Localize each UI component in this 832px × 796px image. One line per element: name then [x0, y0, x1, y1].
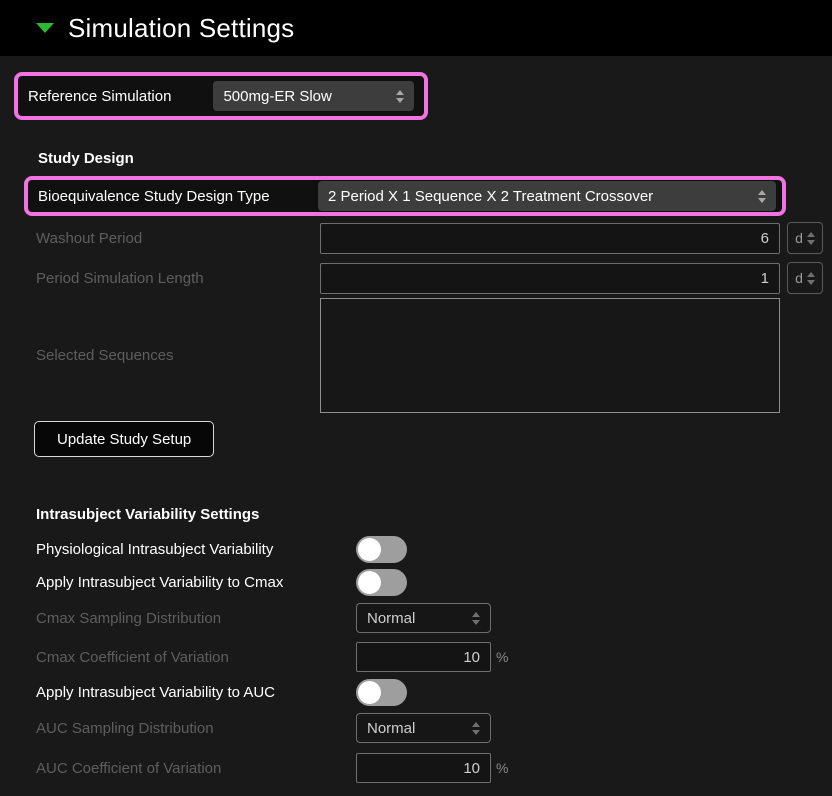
- period-length-unit-value: d: [795, 270, 803, 286]
- design-type-label: Bioequivalence Study Design Type: [34, 188, 318, 205]
- intrasubject-heading: Intrasubject Variability Settings: [36, 506, 832, 523]
- page-title: Simulation Settings: [68, 13, 294, 44]
- physiological-variability-label: Physiological Intrasubject Variability: [36, 541, 356, 558]
- washout-period-row: Washout Period d: [36, 222, 832, 254]
- auc-distribution-label: AUC Sampling Distribution: [36, 720, 356, 737]
- period-length-input[interactable]: [320, 263, 780, 294]
- auc-cv-row: AUC Coefficient of Variation %: [36, 753, 832, 783]
- stepper-arrows-icon: [807, 272, 815, 285]
- cmax-distribution-select[interactable]: Normal: [356, 603, 491, 633]
- stepper-arrows-icon: [758, 190, 766, 203]
- washout-unit-select[interactable]: d: [787, 222, 823, 254]
- cmax-distribution-value: Normal: [367, 610, 464, 627]
- stepper-arrows-icon: [807, 232, 815, 245]
- stepper-arrows-icon: [472, 612, 480, 625]
- auc-cv-label: AUC Coefficient of Variation: [36, 760, 356, 777]
- auc-cv-unit: %: [496, 760, 508, 776]
- toggle-knob: [358, 538, 381, 561]
- washout-period-input[interactable]: [320, 223, 780, 254]
- design-type-value: 2 Period X 1 Sequence X 2 Treatment Cros…: [328, 188, 750, 205]
- update-study-setup-button[interactable]: Update Study Setup: [34, 421, 214, 457]
- cmax-distribution-row: Cmax Sampling Distribution Normal: [36, 603, 832, 633]
- selected-sequences-label: Selected Sequences: [36, 347, 320, 364]
- period-length-unit-select[interactable]: d: [787, 262, 823, 294]
- washout-period-label: Washout Period: [36, 230, 320, 247]
- cmax-distribution-label: Cmax Sampling Distribution: [36, 610, 356, 627]
- cmax-cv-label: Cmax Coefficient of Variation: [36, 649, 356, 666]
- apply-cmax-label: Apply Intrasubject Variability to Cmax: [36, 574, 356, 591]
- cmax-cv-unit: %: [496, 649, 508, 665]
- apply-cmax-row: Apply Intrasubject Variability to Cmax: [36, 569, 832, 596]
- auc-distribution-value: Normal: [367, 720, 464, 737]
- reference-simulation-select[interactable]: 500mg-ER Slow: [213, 81, 414, 111]
- toggle-knob: [358, 571, 381, 594]
- auc-distribution-row: AUC Sampling Distribution Normal: [36, 713, 832, 743]
- stepper-arrows-icon: [396, 90, 404, 103]
- reference-simulation-label: Reference Simulation: [28, 88, 213, 105]
- apply-auc-row: Apply Intrasubject Variability to AUC: [36, 679, 832, 706]
- toggle-knob: [358, 681, 381, 704]
- collapse-triangle-icon[interactable]: [36, 23, 54, 33]
- reference-simulation-value: 500mg-ER Slow: [223, 88, 388, 105]
- auc-cv-input[interactable]: [356, 753, 491, 783]
- cmax-cv-row: Cmax Coefficient of Variation %: [36, 642, 832, 672]
- design-type-row: Bioequivalence Study Design Type 2 Perio…: [24, 176, 786, 216]
- auc-distribution-select[interactable]: Normal: [356, 713, 491, 743]
- physiological-variability-toggle[interactable]: [356, 536, 407, 563]
- section-header: Simulation Settings: [0, 0, 832, 56]
- cmax-cv-input[interactable]: [356, 642, 491, 672]
- design-type-select[interactable]: 2 Period X 1 Sequence X 2 Treatment Cros…: [318, 181, 776, 211]
- reference-simulation-row: Reference Simulation 500mg-ER Slow: [14, 72, 428, 120]
- period-length-label: Period Simulation Length: [36, 270, 320, 287]
- apply-auc-label: Apply Intrasubject Variability to AUC: [36, 684, 356, 701]
- apply-auc-toggle[interactable]: [356, 679, 407, 706]
- physiological-variability-row: Physiological Intrasubject Variability: [36, 536, 832, 563]
- period-length-row: Period Simulation Length d: [36, 262, 832, 294]
- washout-unit-value: d: [795, 230, 803, 246]
- selected-sequences-row: Selected Sequences: [36, 298, 832, 413]
- study-design-heading: Study Design: [38, 150, 832, 167]
- apply-cmax-toggle[interactable]: [356, 569, 407, 596]
- selected-sequences-listbox[interactable]: [320, 298, 780, 413]
- stepper-arrows-icon: [472, 722, 480, 735]
